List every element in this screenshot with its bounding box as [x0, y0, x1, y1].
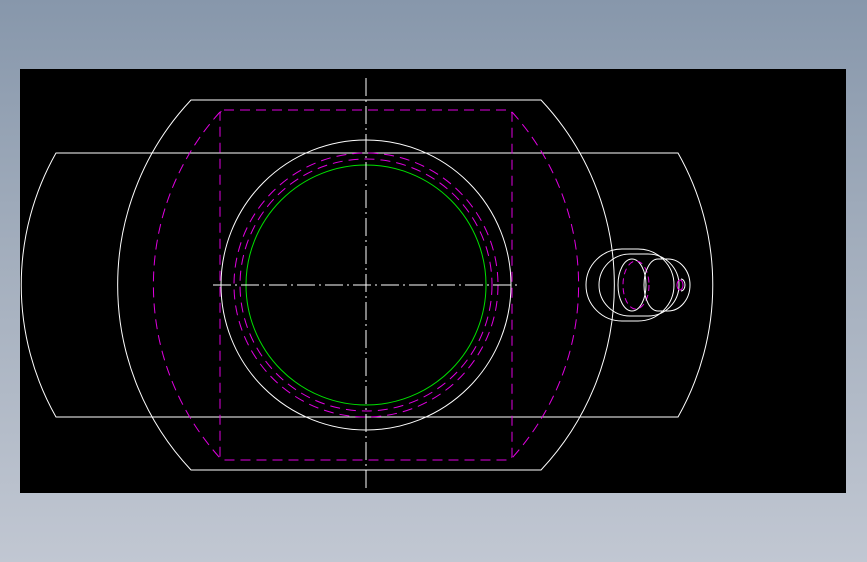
fitting-hidden-ring [622, 260, 650, 310]
fitting-hex-inner [617, 258, 647, 312]
housing-hidden-right-arc [511, 111, 580, 459]
housing-hidden-left-arc [152, 111, 221, 459]
cad-drawing [20, 78, 714, 490]
cad-viewport[interactable] [20, 69, 846, 493]
fitting-ball [676, 279, 684, 291]
grease-fitting [585, 248, 691, 322]
